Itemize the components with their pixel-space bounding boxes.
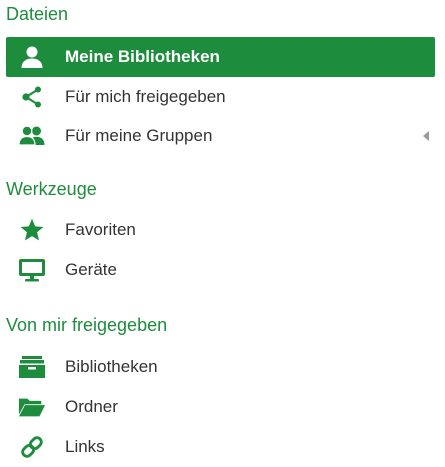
nav-item-for-my-groups[interactable]: Für meine Gruppen bbox=[6, 116, 435, 156]
nav-item-label: Meine Bibliotheken bbox=[65, 47, 220, 66]
nav-item-label: Favoriten bbox=[65, 220, 136, 239]
star-icon bbox=[18, 216, 46, 244]
nav-item-favorites[interactable]: Favoriten bbox=[6, 210, 435, 250]
nav-item-label: Geräte bbox=[65, 260, 117, 279]
nav-item-shared-links[interactable]: Links bbox=[6, 427, 435, 467]
share-icon bbox=[18, 83, 46, 111]
nav-item-label: Bibliotheken bbox=[65, 357, 158, 376]
group-icon bbox=[18, 122, 46, 150]
nav-item-label: Links bbox=[65, 437, 105, 456]
nav-item-shared-with-me[interactable]: Für mich freigegeben bbox=[6, 77, 435, 117]
section-title-tools: Werkzeuge bbox=[6, 179, 97, 199]
nav-item-devices[interactable]: Geräte bbox=[6, 250, 435, 290]
folder-open-icon bbox=[18, 393, 46, 421]
link-icon bbox=[18, 433, 46, 461]
section-title-shared-by-me: Von mir freigegeben bbox=[6, 315, 168, 335]
nav-item-my-libraries[interactable]: Meine Bibliotheken bbox=[6, 37, 435, 77]
nav-item-label: Für meine Gruppen bbox=[65, 126, 213, 145]
expand-caret-icon[interactable] bbox=[423, 131, 429, 141]
nav-item-shared-libraries[interactable]: Bibliotheken bbox=[6, 347, 435, 387]
library-archive-icon bbox=[18, 353, 46, 381]
section-title-files: Dateien bbox=[6, 4, 69, 24]
monitor-icon bbox=[18, 256, 46, 284]
nav-item-shared-folders[interactable]: Ordner bbox=[6, 387, 435, 427]
user-icon bbox=[18, 43, 46, 71]
nav-item-label: Für mich freigegeben bbox=[65, 87, 226, 106]
nav-item-label: Ordner bbox=[65, 397, 118, 416]
